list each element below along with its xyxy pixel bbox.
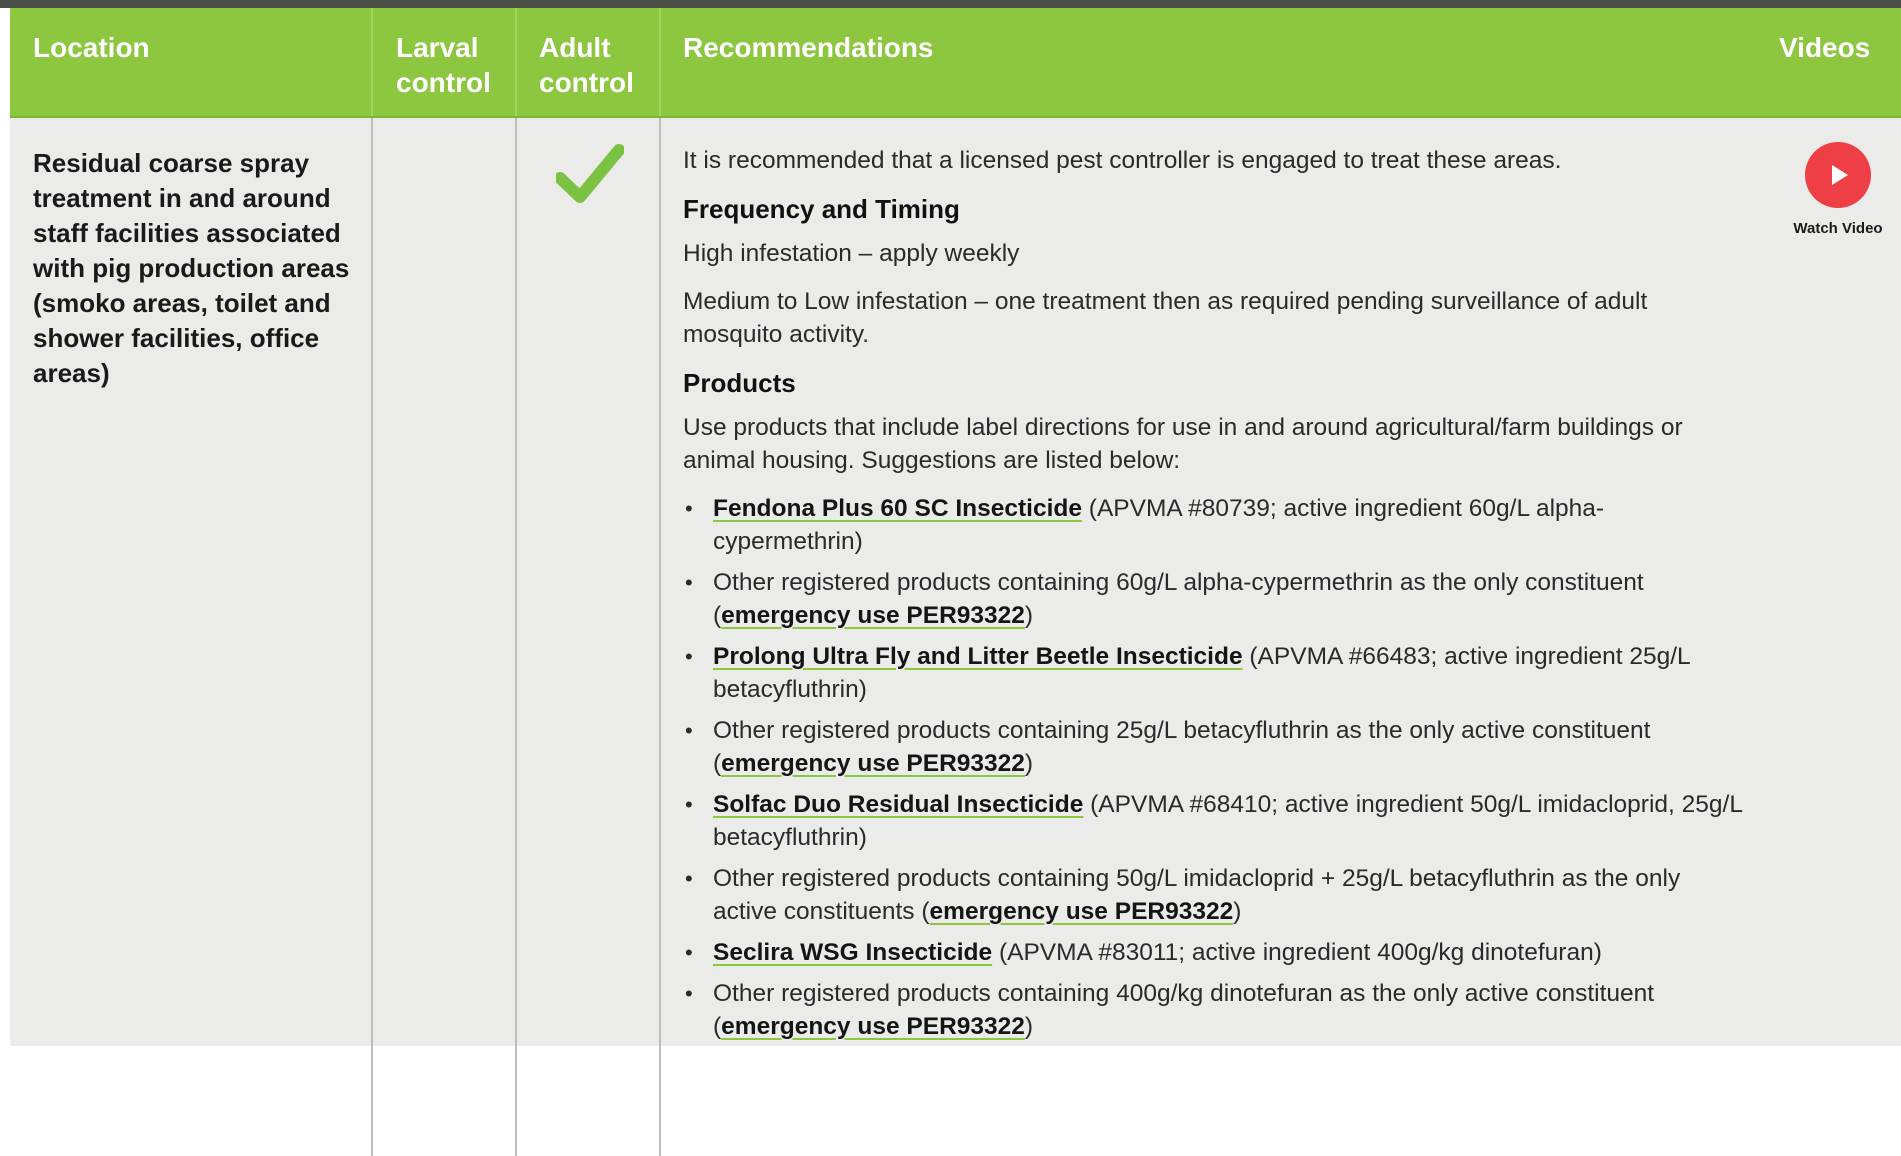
list-item: • Fendona Plus 60 SC Insecticide (APVMA #… [685, 495, 1605, 555]
frequency-medium-low: Medium to Low infestation – one treatmen… [683, 288, 1648, 348]
header-recommendations: Recommendations [683, 32, 934, 63]
table-row: Residual coarse spray treatment in and a… [10, 118, 1901, 1156]
column-divider [371, 118, 373, 1156]
list-item: • Other registered products containing 25… [685, 717, 1651, 777]
product-link[interactable]: Solfac Duo Residual Insecticide [713, 791, 1083, 818]
list-item: • Other registered products containing 40… [685, 980, 1655, 1040]
header-adult-control: Adult control [539, 32, 634, 98]
location-cell: Residual coarse spray treatment in and a… [33, 148, 350, 388]
recommendations-table: Location Larval control Adult control Re… [10, 8, 1901, 1156]
list-item: • Prolong Ultra Fly and Litter Beetle Ins… [685, 643, 1690, 703]
list-item: • Solfac Duo Residual Insecticide (APVMA … [685, 791, 1743, 851]
product-link[interactable]: Prolong Ultra Fly and Litter Beetle Inse… [713, 643, 1243, 670]
page-margin [0, 8, 10, 1046]
recommendation-intro: It is recommended that a licensed pest c… [683, 147, 1562, 174]
list-item: • Other registered products containing 50… [685, 865, 1681, 925]
header-location: Location [33, 32, 150, 63]
products-intro: Use products that include label directio… [683, 414, 1683, 474]
product-list: • Fendona Plus 60 SC Insecticide (APVMA #… [683, 492, 1748, 1043]
emergency-use-link[interactable]: emergency use PER93322 [721, 750, 1025, 777]
recommendations-cell: It is recommended that a licensed pest c… [683, 144, 1748, 1051]
emergency-use-link[interactable]: emergency use PER93322 [930, 898, 1234, 925]
top-border [0, 0, 1901, 8]
product-link[interactable]: Fendona Plus 60 SC Insecticide [713, 495, 1082, 522]
emergency-use-link[interactable]: emergency use PER93322 [721, 1013, 1025, 1040]
header-divider [659, 8, 661, 116]
adult-control-check-icon [554, 142, 625, 204]
list-item: • Seclira WSG Insecticide (APVMA #83011; … [685, 939, 1602, 966]
header-divider [515, 8, 517, 116]
header-videos: Videos [1779, 32, 1871, 63]
watch-video-button[interactable]: Watch Video [1782, 142, 1894, 237]
watch-video-label: Watch Video [1793, 220, 1883, 237]
products-heading: Products [683, 368, 796, 398]
header-larval-control: Larval control [396, 32, 491, 98]
list-item: • Other registered products containing 60… [685, 569, 1644, 629]
frequency-high: High infestation – apply weekly [683, 240, 1020, 267]
column-divider [515, 118, 517, 1156]
product-link[interactable]: Seclira WSG Insecticide [713, 939, 992, 966]
emergency-use-link[interactable]: emergency use PER93322 [721, 602, 1025, 629]
header-divider [371, 8, 373, 116]
column-divider [659, 118, 661, 1156]
table-header: Location Larval control Adult control Re… [10, 8, 1901, 118]
frequency-heading: Frequency and Timing [683, 194, 960, 224]
play-icon[interactable] [1805, 142, 1871, 208]
